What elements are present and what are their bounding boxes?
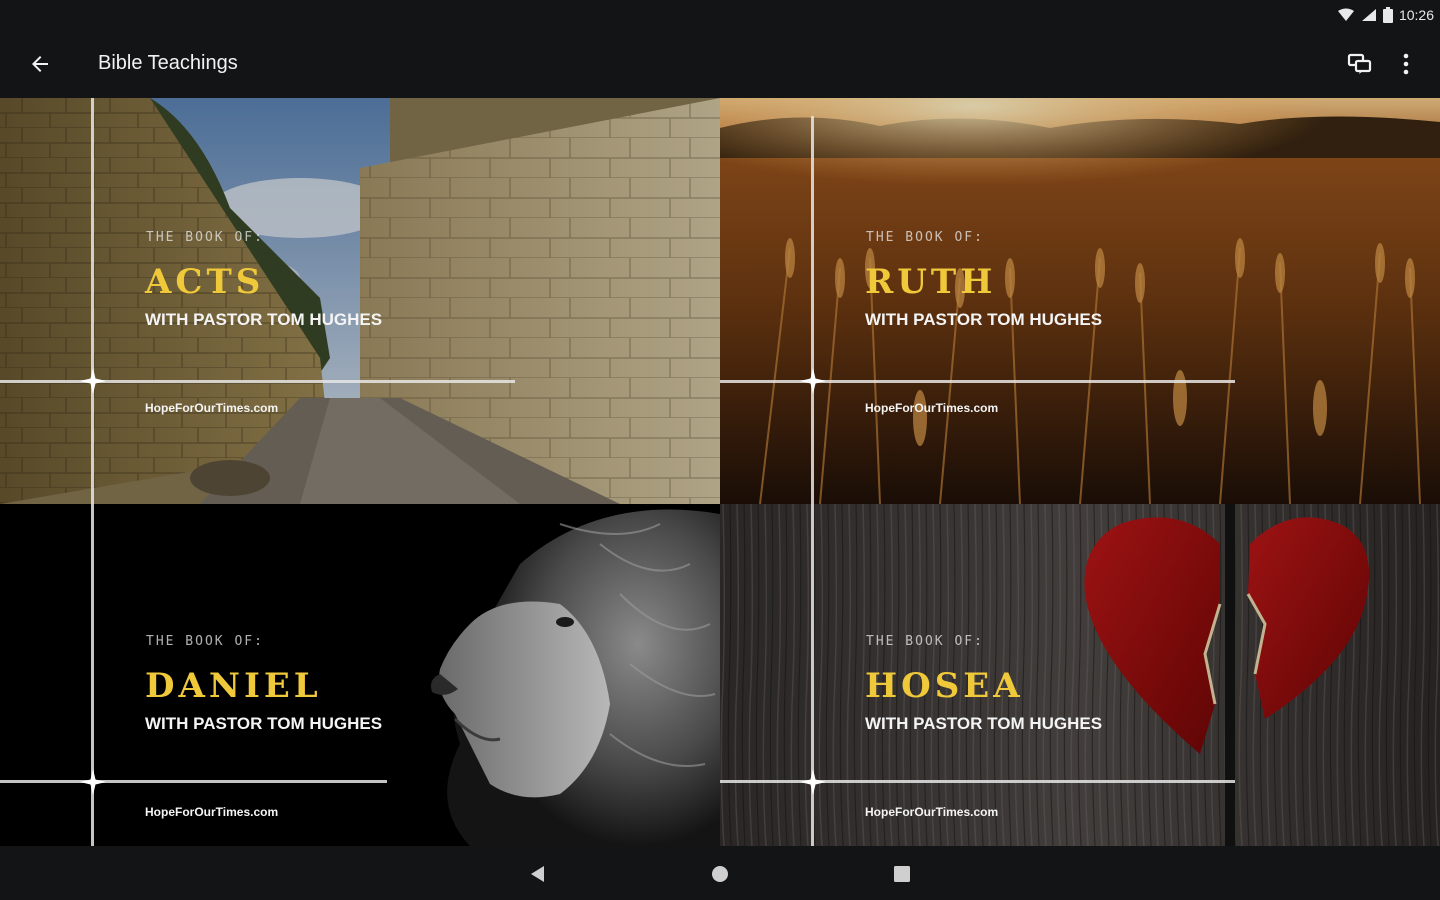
sparkle-icon (80, 368, 106, 394)
card-hosea[interactable]: THE BOOK OF: HOSEA WITH PASTOR TOM HUGHE… (720, 504, 1440, 846)
nav-recents-button[interactable] (884, 856, 920, 892)
frame-line-vertical (91, 98, 94, 504)
book-title: DANIEL (145, 666, 322, 706)
wifi-icon (1337, 8, 1354, 21)
signal-icon (1361, 9, 1376, 21)
wheat-field-sunset-image (720, 98, 1440, 504)
status-icons: 10:26 (1337, 4, 1434, 26)
nav-back-button[interactable] (520, 856, 556, 892)
sparkle-icon (800, 368, 826, 394)
back-button[interactable] (18, 42, 62, 86)
status-bar: 10:26 (0, 0, 1440, 30)
cast-button[interactable] (1338, 42, 1382, 86)
book-of-label: THE BOOK OF: (146, 230, 264, 245)
frame-line-horizontal (720, 380, 1235, 383)
book-title: RUTH (865, 262, 997, 302)
pastor-label: WITH PASTOR TOM HUGHES (865, 714, 1103, 733)
book-of-label: THE BOOK OF: (866, 230, 984, 245)
site-label: HopeForOurTimes.com (865, 401, 999, 415)
book-of-label: THE BOOK OF: (866, 634, 984, 649)
status-time: 10:26 (1398, 7, 1434, 23)
site-label: HopeForOurTimes.com (145, 401, 279, 415)
card-daniel[interactable]: THE BOOK OF: DANIEL WITH PASTOR TOM HUGH… (0, 504, 720, 846)
nav-home-button[interactable] (702, 856, 738, 892)
nav-recents-icon (894, 866, 910, 882)
page-title: Bible Teachings (98, 52, 238, 74)
arrow-back-icon (32, 56, 48, 72)
frame-line-vertical (811, 116, 814, 504)
pastor-label: WITH PASTOR TOM HUGHES (865, 310, 1103, 329)
app-screen: 10:26 Bible Teachings THE BOOK OF: ACTS … (0, 0, 1440, 900)
sparkle-icon (80, 769, 106, 795)
sparkle-icon (800, 769, 826, 795)
cast-icon (1347, 53, 1372, 74)
teachings-grid: THE BOOK OF: ACTS WITH PASTOR TOM HUGHES… (0, 98, 1440, 846)
pastor-label: WITH PASTOR TOM HUGHES (145, 714, 383, 733)
stone-wall-alley-image (0, 98, 720, 504)
battery-icon (1382, 7, 1393, 23)
book-title: HOSEA (865, 666, 1024, 706)
nav-home-icon (712, 866, 728, 882)
lion-profile-image (0, 504, 720, 846)
frame-line-horizontal (720, 780, 1235, 783)
nav-back-icon (531, 866, 544, 882)
frame-line-horizontal (0, 780, 387, 783)
card-acts[interactable]: THE BOOK OF: ACTS WITH PASTOR TOM HUGHES… (0, 98, 720, 504)
more-options-button[interactable] (1386, 42, 1426, 86)
book-title: ACTS (145, 262, 265, 302)
site-label: HopeForOurTimes.com (145, 805, 279, 819)
pastor-label: WITH PASTOR TOM HUGHES (145, 310, 383, 329)
frame-line-horizontal (0, 380, 515, 383)
site-label: HopeForOurTimes.com (865, 805, 999, 819)
card-ruth[interactable]: THE BOOK OF: RUTH WITH PASTOR TOM HUGHES… (720, 98, 1440, 504)
broken-heart-wood-image (720, 504, 1440, 846)
more-vert-icon (1403, 53, 1409, 75)
app-bar: Bible Teachings (0, 30, 1440, 98)
navigation-bar (0, 846, 1440, 900)
book-of-label: THE BOOK OF: (146, 634, 264, 649)
